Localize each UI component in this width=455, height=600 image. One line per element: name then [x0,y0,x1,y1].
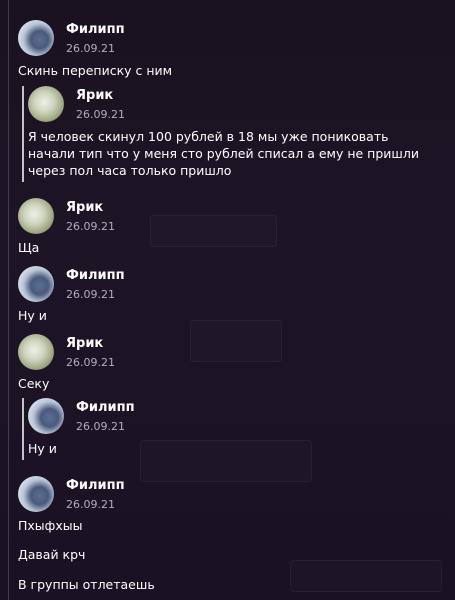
message: Ярик 26.09.21 [18,198,115,234]
quoted-message[interactable]: Ярик 26.09.21 Я человек скинул 100 рубле… [22,86,438,182]
sender-name: Ярик [76,88,114,103]
sender-name[interactable]: Филипп [66,478,125,494]
sender-name[interactable]: Филипп [66,268,125,284]
message-date: 26.09.21 [66,288,115,301]
message-text: Пхыфхыы [18,518,83,533]
message-date: 26.09.21 [66,42,115,55]
thread-rail [8,0,9,600]
message-text: В группы отлетаешь [18,577,155,592]
message-date: 26.09.21 [66,220,115,233]
message-text: Скинь переписку с ним [18,63,173,78]
avatar[interactable] [18,334,54,370]
sender-name[interactable]: Филипп [66,22,125,38]
message-date: 26.09.21 [76,420,125,433]
message: Филипп 26.09.21 [18,266,125,302]
message: Ярик 26.09.21 [18,334,115,370]
avatar[interactable] [18,266,54,302]
message-date: 26.09.21 [66,498,115,511]
sender-name[interactable]: Ярик [66,200,115,216]
message-date: 26.09.21 [66,356,115,369]
message-text: Я человек скинул 100 рублей в 18 мы уже … [28,129,419,178]
message-text: Ну и [28,441,57,456]
sender-name: Филипп [76,400,135,415]
avatar[interactable] [18,198,54,234]
message: Филипп 26.09.21 [18,20,125,56]
avatar[interactable] [18,20,54,56]
avatar [28,86,64,122]
message-text: Ща [18,240,40,255]
message-text: Секу [18,376,50,391]
avatar [28,398,64,434]
sender-name[interactable]: Ярик [66,336,115,352]
message-text: Ну и [18,308,47,323]
message-date: 26.09.21 [76,108,125,121]
avatar[interactable] [18,476,54,512]
quoted-message[interactable]: Филипп 26.09.21 Ну и [22,398,438,460]
message-text: Давай крч [18,547,86,562]
message: Филипп 26.09.21 [18,476,125,512]
